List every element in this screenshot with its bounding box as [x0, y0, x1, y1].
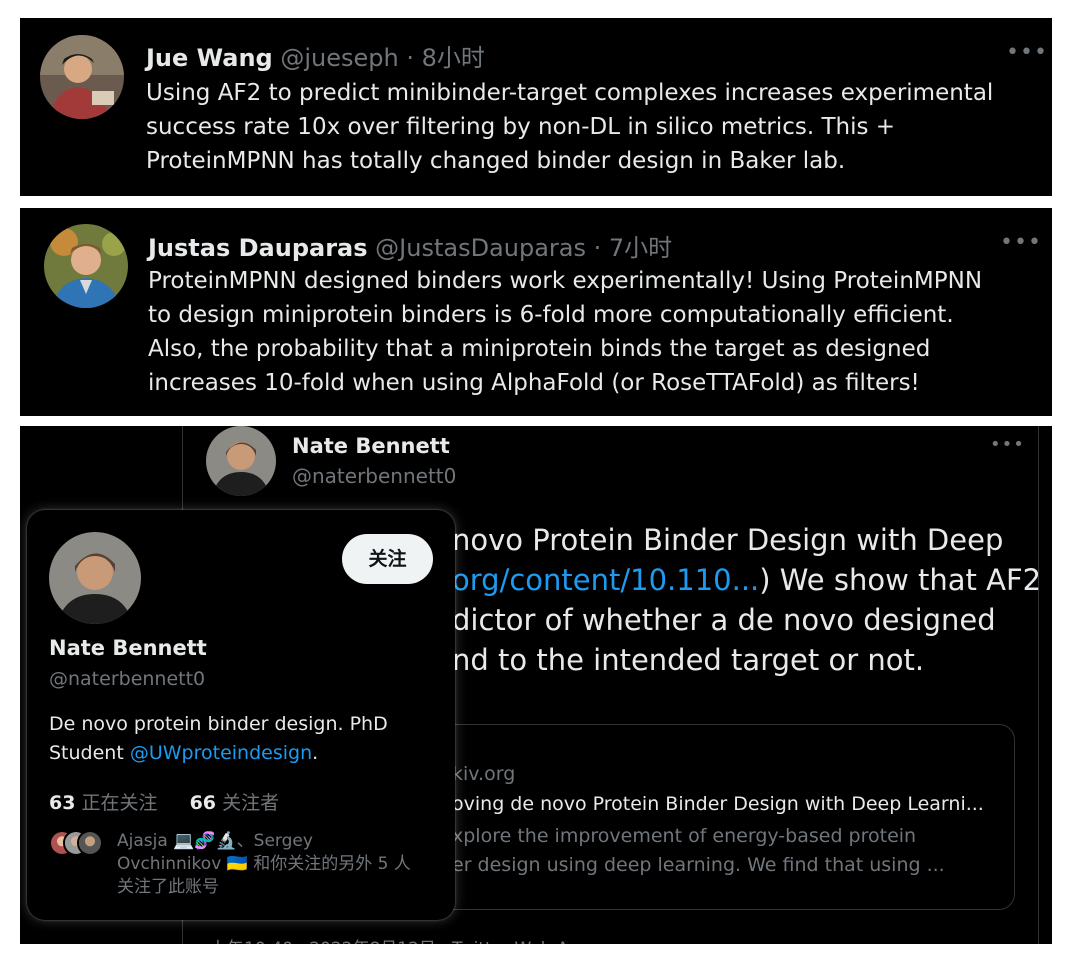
card-domain: kiv.org: [452, 763, 516, 785]
tweet-line-rest: ) We show that AF2: [759, 563, 1042, 597]
user-handle[interactable]: @jueseph: [280, 44, 398, 72]
avatar-photo-icon: [79, 832, 101, 854]
card-description: xplore the improvement of energy-based p…: [452, 825, 917, 847]
card-title: oving de novo Protein Binder Design with…: [452, 793, 984, 815]
tweet-link[interactable]: org/content/10.110...: [452, 563, 759, 597]
avatar-photo-icon: [44, 224, 128, 308]
tweet-line: org/content/10.110...) We show that AF2: [452, 560, 1041, 600]
more-options-icon[interactable]: •••: [1000, 230, 1042, 255]
hover-card-handle[interactable]: @naterbennett0: [49, 668, 205, 690]
tweet-timestamp-footer[interactable]: 上午10:40 · 2022年8月12日 · Twitter Web A...: [210, 934, 585, 944]
display-name[interactable]: Justas Dauparas: [148, 234, 368, 262]
user-handle[interactable]: @JustasDauparas: [375, 234, 586, 262]
tweet-text: ProteinMPNN designed binders work experi…: [148, 264, 982, 400]
more-options-icon[interactable]: •••: [990, 434, 1025, 455]
tweet-line: Also, the probability that a miniprotein…: [148, 336, 931, 362]
hover-card-bio: De novo protein binder design. PhD Stude…: [49, 710, 388, 768]
tweet-line: nd to the intended target or not.: [452, 643, 925, 677]
followers-count: 66: [189, 792, 217, 814]
mutual-line: 关注了此账号: [117, 877, 219, 897]
avatar[interactable]: [40, 35, 124, 119]
more-options-icon[interactable]: •••: [1006, 40, 1048, 65]
bio-mention-link[interactable]: @UWproteindesign: [130, 742, 312, 764]
avatar[interactable]: [206, 426, 276, 496]
tweet-line: ProteinMPNN designed binders work experi…: [148, 268, 983, 294]
user-handle[interactable]: @naterbennett0: [292, 464, 456, 488]
tweet-text: Using AF2 to predict minibinder-target c…: [146, 76, 993, 178]
mutual-avatar: [77, 830, 103, 856]
bio-line: Student @UWproteindesign.: [49, 739, 388, 768]
avatar-photo-icon: [40, 35, 124, 119]
tweet-line: success rate 10x over filtering by non-D…: [146, 114, 896, 140]
display-name-text: Nate Bennett: [292, 434, 450, 458]
follow-stats: 63 正在关注 66 关注者: [49, 788, 279, 815]
mutual-line: Ajasja 💻🧬🔬、Sergey: [117, 831, 313, 851]
hover-card-avatar[interactable]: [49, 532, 141, 624]
tweet-line: increases 10-fold when using AlphaFold (…: [148, 370, 920, 396]
avatar[interactable]: [44, 224, 128, 308]
mutual-followers-text[interactable]: Ajasja 💻🧬🔬、Sergey Ovchinnikov 🇺🇦 和你关注的另外…: [117, 830, 411, 899]
following-count: 63: [49, 792, 76, 814]
user-handle-text: @naterbennett0: [292, 464, 457, 488]
bio-text: .: [312, 742, 319, 764]
card-description: er design using deep learning. We find t…: [452, 854, 945, 876]
avatar-photo-icon: [206, 426, 276, 496]
tweet-line: novo Protein Binder Design with Deep: [452, 523, 1004, 557]
following-stat[interactable]: 63 正在关注: [49, 792, 158, 814]
follow-button[interactable]: 关注: [342, 534, 433, 584]
followers-label: 关注者: [222, 792, 280, 814]
bio-line: De novo protein binder design. PhD: [49, 713, 388, 735]
bio-text: Student: [49, 742, 130, 764]
tweet-line: ProteinMPNN has totally changed binder d…: [146, 148, 846, 174]
column-border: [1038, 426, 1039, 944]
tweet-justas-dauparas[interactable]: Justas Dauparas @JustasDauparas · 7小时 ••…: [20, 208, 1052, 416]
following-label: 正在关注: [81, 792, 158, 814]
avatar-photo-icon: [49, 532, 141, 624]
display-name[interactable]: Nate Bennett: [292, 434, 450, 458]
timestamp[interactable]: · 7小时: [594, 234, 673, 262]
timestamp[interactable]: · 8小时: [406, 44, 485, 72]
mutual-line: Ovchinnikov 🇺🇦 和你关注的另外 5 人: [117, 854, 411, 874]
tweet-line: dictor of whether a de novo designed: [452, 603, 996, 637]
followers-stat[interactable]: 66 关注者: [190, 792, 280, 814]
tweet-line: to design miniprotein binders is 6-fold …: [148, 302, 954, 328]
tweet-jue-wang[interactable]: Jue Wang @jueseph · 8小时 ••• Using AF2 to…: [20, 18, 1052, 196]
tweet-header: Justas Dauparas @JustasDauparas · 7小时: [148, 228, 672, 263]
display-name[interactable]: Jue Wang: [146, 44, 273, 72]
hover-card-name[interactable]: Nate Bennett: [49, 636, 207, 660]
profile-hover-card[interactable]: 关注 Nate Bennett @naterbennett0 De novo p…: [27, 510, 455, 920]
tweet-line: Using AF2 to predict minibinder-target c…: [146, 80, 994, 106]
tweet-header: Jue Wang @jueseph · 8小时: [146, 38, 485, 73]
